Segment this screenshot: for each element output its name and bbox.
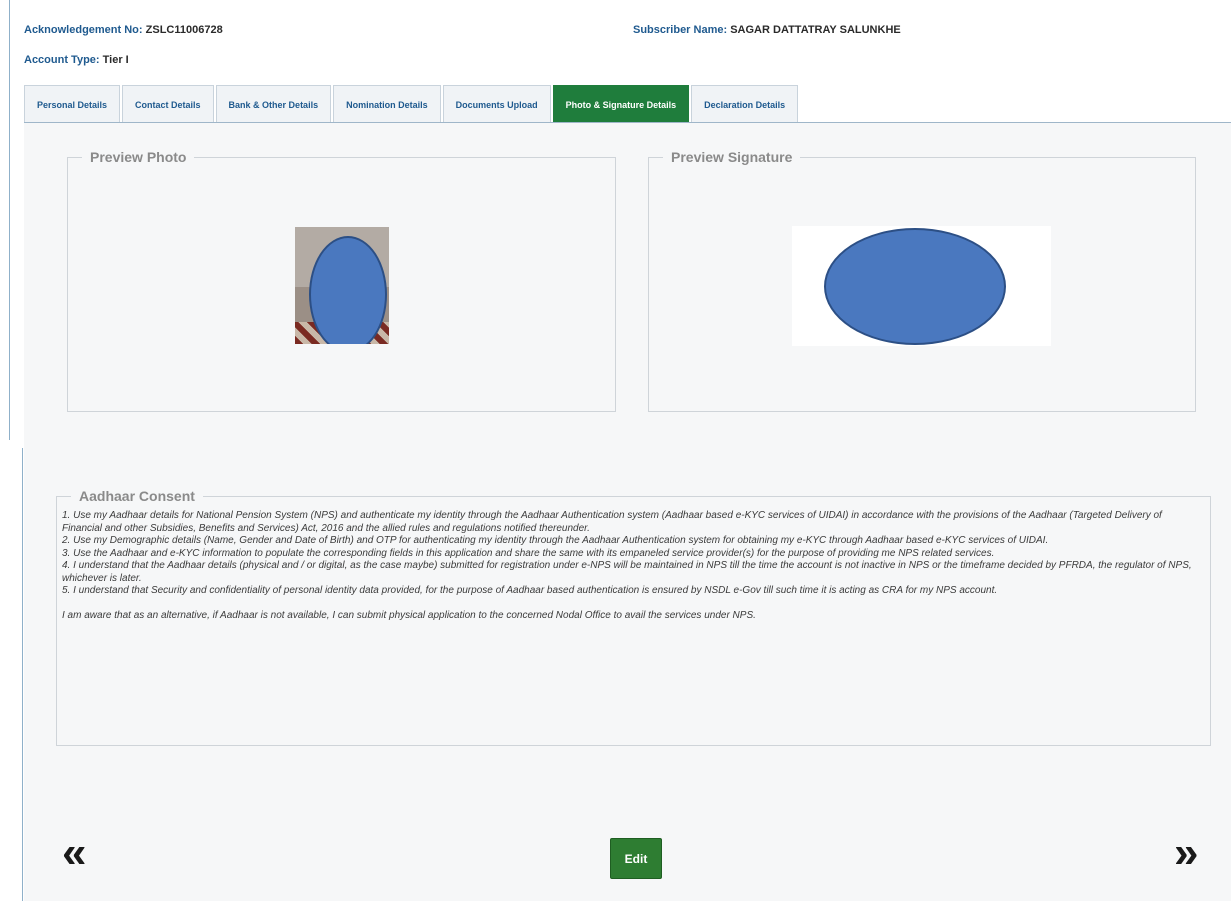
tab-contact-details[interactable]: Contact Details (122, 85, 214, 123)
aadhaar-consent-legend: Aadhaar Consent (79, 488, 195, 504)
left-border-line-lower (22, 448, 23, 901)
tab-nomination-details[interactable]: Nomination Details (333, 85, 441, 123)
consent-text: 1. Use my Aadhaar details for National P… (57, 504, 1210, 622)
photo-redaction-oval (309, 236, 387, 344)
subscriber-photo (295, 227, 389, 344)
signature-redaction-oval (824, 228, 1006, 345)
preview-photo-section: Preview Photo (67, 149, 616, 412)
tab-personal-details[interactable]: Personal Details (24, 85, 121, 123)
account-type: Account Type: Tier I (24, 54, 129, 66)
consent-item: 1. Use my Aadhaar details for National P… (62, 510, 1162, 534)
consent-closing: I am aware that as an alternative, if Aa… (62, 609, 756, 621)
edit-button[interactable]: Edit (610, 838, 662, 879)
preview-signature-section: Preview Signature (648, 149, 1196, 412)
next-tab-button[interactable]: » (1174, 831, 1198, 875)
acknowledgement-number: Acknowledgement No: ZSLC11006728 (24, 24, 223, 36)
subscriber-name: Subscriber Name: SAGAR DATTATRAY SALUNKH… (633, 24, 901, 36)
consent-item: 2. Use my Demographic details (Name, Gen… (62, 535, 1049, 546)
subscriber-signature (792, 226, 1051, 346)
preview-photo-legend: Preview Photo (90, 149, 187, 165)
previous-tab-button[interactable]: « (62, 831, 86, 875)
tab-documents-upload[interactable]: Documents Upload (442, 85, 551, 123)
tab-bank-other-details[interactable]: Bank & Other Details (215, 85, 332, 123)
details-tabs: Personal Details Contact Details Bank & … (24, 85, 800, 123)
tab-photo-signature-details[interactable]: Photo & Signature Details (552, 85, 690, 123)
consent-item: 3. Use the Aadhaar and e-KYC information… (62, 547, 995, 559)
tab-declaration-details[interactable]: Declaration Details (691, 85, 799, 123)
preview-signature-legend: Preview Signature (671, 149, 793, 165)
aadhaar-consent-section: Aadhaar Consent 1. Use my Aadhaar detail… (56, 488, 1211, 746)
consent-item: 5. I understand that Security and confid… (62, 585, 998, 596)
tab-content-panel: Preview Photo Preview Signature Aadhaar … (24, 122, 1231, 901)
left-border-line (9, 0, 10, 440)
consent-item: 4. I understand that the Aadhaar details… (62, 560, 1192, 584)
